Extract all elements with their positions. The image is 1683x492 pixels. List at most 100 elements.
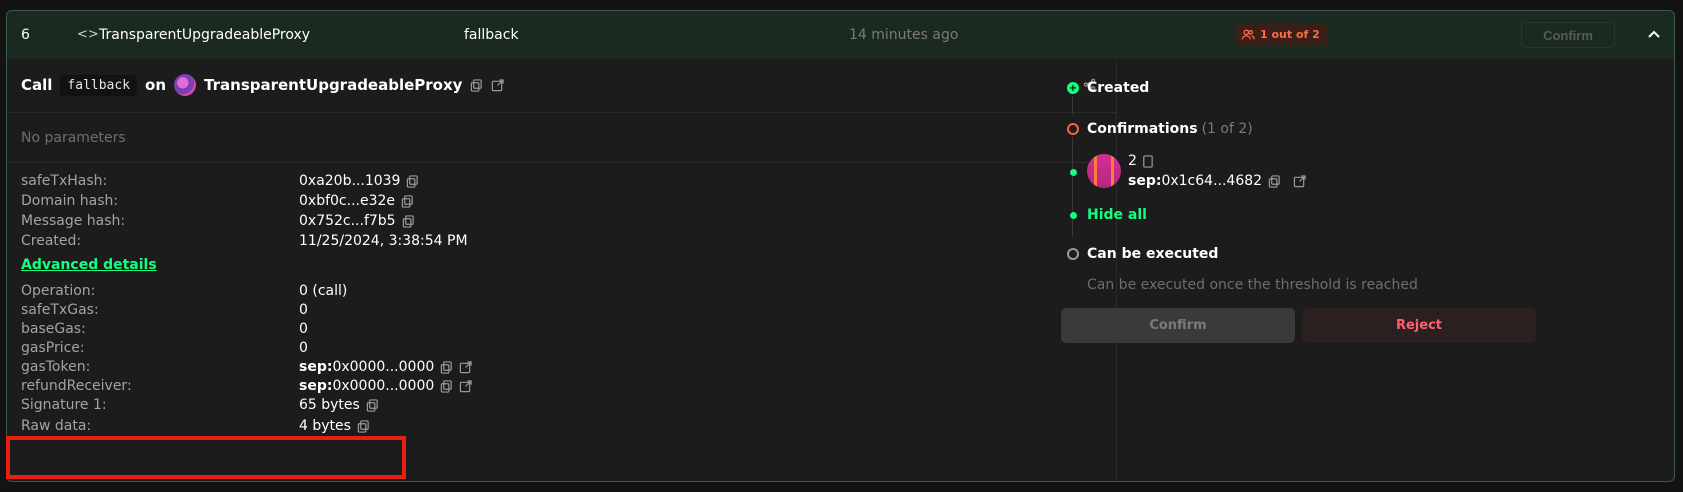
timeline-can-execute-label: Can be executed [1087, 246, 1219, 262]
detail-value: 65 bytes [299, 397, 379, 413]
gasprice-value: 0 [299, 340, 308, 356]
timeline-confirmations-label: Confirmations [1087, 121, 1198, 137]
copy-icon[interactable] [406, 174, 419, 188]
safetxhash-value: 0xa20b...1039 [299, 173, 401, 189]
signer-address-row: sep:0x1c64...4682 [1128, 173, 1306, 189]
signer-status-dot [1070, 169, 1077, 176]
detail-label: gasPrice: [21, 340, 85, 356]
transaction-details-panel: Call fallback on TransparentUpgradeableP… [7, 58, 1117, 481]
copy-icon[interactable] [357, 419, 370, 433]
reject-button[interactable]: Reject [1302, 308, 1536, 343]
detail-value: 0xbf0c...e32e [299, 193, 414, 209]
highlight-box [6, 436, 406, 479]
tx-nonce: 6 [21, 26, 30, 43]
header-confirm-button[interactable]: Confirm [1521, 22, 1615, 48]
detail-row-signature: Signature 1: 65 bytes [21, 395, 1101, 415]
call-contract-name: TransparentUpgradeableProxy [204, 76, 463, 94]
copy-icon[interactable] [440, 379, 453, 393]
detail-row-gastoken: gasToken: sep:0x0000...0000 [21, 357, 1101, 377]
timeline-created-label: Created [1087, 80, 1150, 96]
owners-icon [1241, 29, 1255, 39]
contract-avatar [174, 74, 197, 96]
on-label: on [145, 76, 167, 94]
detail-row-basegas: baseGas: 0 [21, 319, 1101, 339]
copy-icon[interactable] [366, 398, 379, 412]
refundreceiver-address: 0x0000...0000 [332, 378, 435, 394]
chain-prefix: sep: [1128, 173, 1162, 189]
timeline-hide-all[interactable]: Hide all [1070, 207, 1147, 223]
external-link-icon[interactable] [459, 360, 472, 374]
transaction-header[interactable]: 6 <> TransparentUpgradeableProxy fallbac… [7, 11, 1674, 58]
confirmations-badge: 1 out of 2 [1235, 24, 1328, 45]
check-circle-icon: + [1067, 82, 1079, 94]
pending-circle-icon [1067, 248, 1079, 260]
detail-label: baseGas: [21, 321, 86, 337]
created-value: 11/25/2024, 3:38:54 PM [299, 233, 468, 249]
copy-icon[interactable] [470, 78, 483, 92]
code-icon: <> [77, 27, 99, 42]
external-link-icon[interactable] [459, 379, 472, 393]
call-label: Call [21, 76, 53, 94]
no-parameters-text: No parameters [7, 113, 1116, 163]
detail-row-refundreceiver: refundReceiver: sep:0x0000...0000 [21, 376, 1101, 396]
basegas-value: 0 [299, 321, 308, 337]
hide-all-link[interactable]: Hide all [1087, 207, 1147, 223]
raw-data-value: 4 bytes [299, 418, 351, 434]
timeline-can-execute: Can be executed [1067, 246, 1218, 262]
domain-hash-value: 0xbf0c...e32e [299, 193, 396, 209]
header-contract-name: TransparentUpgradeableProxy [99, 26, 311, 43]
copy-icon[interactable] [401, 194, 414, 208]
copy-icon[interactable] [402, 214, 415, 228]
detail-label: refundReceiver: [21, 378, 132, 394]
detail-value: 0xa20b...1039 [299, 173, 419, 189]
detail-row-safetxhash: safeTxHash: 0xa20b...1039 [21, 171, 1101, 191]
operation-value: 0 (call) [299, 283, 348, 299]
detail-value: 4 bytes [299, 418, 370, 434]
external-link-icon[interactable] [491, 78, 505, 92]
detail-label: Signature 1: [21, 397, 107, 413]
message-hash-value: 0x752c...f7b5 [299, 213, 396, 229]
signer-dot [1070, 169, 1077, 176]
detail-label: gasToken: [21, 359, 91, 375]
signer-index: 2 [1128, 153, 1154, 169]
advanced-details-link[interactable]: Advanced details [21, 257, 157, 273]
header-method-name: fallback [464, 26, 519, 43]
detail-label: safeTxHash: [21, 173, 108, 189]
copy-icon[interactable] [1141, 154, 1154, 168]
detail-label: Message hash: [21, 213, 126, 229]
detail-label: Raw data: [21, 418, 92, 434]
timeline-confirmations-count: (1 of 2) [1201, 121, 1253, 137]
external-link-icon[interactable] [1293, 174, 1306, 188]
confirm-button[interactable]: Confirm [1061, 308, 1295, 343]
call-summary: Call fallback on TransparentUpgradeableP… [7, 58, 1116, 113]
detail-row-created: Created: 11/25/2024, 3:38:54 PM [21, 231, 1101, 251]
detail-row-gasprice: gasPrice: 0 [21, 338, 1101, 358]
detail-value: sep:0x0000...0000 [299, 359, 472, 375]
detail-label: Operation: [21, 283, 96, 299]
detail-label: safeTxGas: [21, 302, 99, 318]
transaction-card: 6 <> TransparentUpgradeableProxy fallbac… [6, 10, 1675, 482]
can-execute-note: Can be executed once the threshold is re… [1087, 277, 1418, 293]
signer-index-value: 2 [1128, 153, 1137, 169]
copy-icon[interactable] [1268, 174, 1281, 188]
timeline-confirmations: Confirmations (1 of 2) [1067, 121, 1253, 137]
confirmations-badge-label: 1 out of 2 [1260, 28, 1320, 41]
detail-value: 0x752c...f7b5 [299, 213, 415, 229]
detail-label: Domain hash: [21, 193, 119, 209]
copy-icon[interactable] [440, 360, 453, 374]
gastoken-address: 0x0000...0000 [332, 359, 435, 375]
signature-value: 65 bytes [299, 397, 360, 413]
detail-label: Created: [21, 233, 82, 249]
header-timestamp: 14 minutes ago [849, 26, 959, 43]
method-chip: fallback [60, 74, 138, 96]
signer-avatar [1087, 154, 1121, 188]
detail-row-raw-data: Raw data: 4 bytes [21, 416, 1101, 436]
detail-value: sep:0x0000...0000 [299, 378, 472, 394]
chain-prefix: sep: [299, 359, 333, 375]
timeline-created: + Created [1067, 80, 1149, 96]
detail-row-message-hash: Message hash: 0x752c...f7b5 [21, 211, 1101, 231]
signer-address: 0x1c64...4682 [1161, 173, 1263, 189]
detail-row-safetxgas: safeTxGas: 0 [21, 300, 1101, 320]
chevron-up-icon[interactable] [1644, 11, 1664, 58]
timeline-connector [1072, 96, 1073, 114]
